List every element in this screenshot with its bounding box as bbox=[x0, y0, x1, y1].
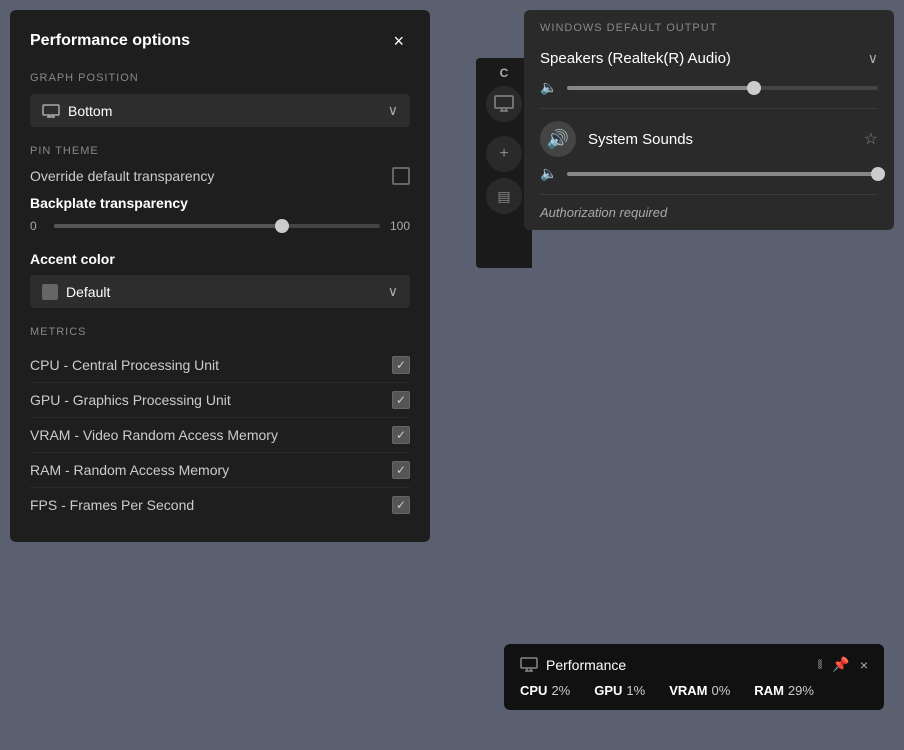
backplate-slider-fill bbox=[54, 224, 282, 228]
metric-fps-checkbox[interactable]: ✓ bbox=[392, 496, 410, 514]
accent-color-value: Default bbox=[66, 284, 110, 300]
system-sound-thumb[interactable] bbox=[871, 167, 885, 181]
audio-volume-fill bbox=[567, 86, 753, 90]
audio-panel: WINDOWS DEFAULT OUTPUT Speakers (Realtek… bbox=[524, 10, 894, 230]
panel-header: Performance options × bbox=[30, 30, 410, 52]
backplate-slider-track[interactable] bbox=[54, 224, 380, 228]
graph-position-dropdown[interactable]: Bottom ∨ bbox=[30, 94, 410, 127]
speaker-small-icon: 🔈 bbox=[540, 79, 557, 96]
star-icon[interactable]: ☆ bbox=[864, 129, 878, 149]
color-swatch bbox=[42, 284, 58, 300]
system-speaker-icon: 🔈 bbox=[540, 165, 557, 182]
override-transparency-checkbox[interactable] bbox=[392, 167, 410, 185]
metric-row-cpu: CPU - Central Processing Unit ✓ bbox=[30, 348, 410, 383]
c-overlay-extra-icon[interactable]: ▤ bbox=[486, 178, 522, 214]
graph-position-value: Bottom bbox=[68, 103, 112, 119]
perf-pin-icon[interactable]: 📌 bbox=[832, 656, 849, 673]
perf-widget-title: Performance bbox=[546, 657, 626, 673]
perf-vram-value: 0% bbox=[712, 683, 731, 698]
performance-options-panel: Performance options × GRAPH POSITION Bot… bbox=[10, 10, 430, 542]
slider-min: 0 bbox=[30, 219, 44, 233]
perf-stats-row: CPU 2% GPU 1% VRAM 0% RAM 29% bbox=[520, 683, 868, 698]
metric-cpu-label: CPU - Central Processing Unit bbox=[30, 357, 219, 373]
perf-ram-value: 29% bbox=[788, 683, 814, 698]
close-button[interactable]: × bbox=[387, 30, 410, 52]
audio-volume-thumb[interactable] bbox=[747, 81, 761, 95]
perf-cpu-label: CPU bbox=[520, 683, 547, 698]
perf-stat-gpu: GPU 1% bbox=[594, 683, 645, 698]
metrics-section: METRICS CPU - Central Processing Unit ✓ … bbox=[30, 326, 410, 522]
auth-required-row: Authorization required bbox=[524, 195, 894, 230]
perf-widget-header: Performance ⧛ 📌 × bbox=[520, 656, 868, 673]
metric-gpu-checkbox[interactable]: ✓ bbox=[392, 391, 410, 409]
accent-color-section: Accent color Default ∨ bbox=[30, 251, 410, 308]
c-overlay-icon bbox=[486, 86, 522, 122]
perf-stat-cpu: CPU 2% bbox=[520, 683, 570, 698]
metric-row-gpu: GPU - Graphics Processing Unit ✓ bbox=[30, 383, 410, 418]
perf-ram-label: RAM bbox=[754, 683, 784, 698]
audio-device-row: Speakers (Realtek(R) Audio) ∨ bbox=[524, 42, 894, 75]
metric-cpu-checkbox[interactable]: ✓ bbox=[392, 356, 410, 374]
monitor-icon bbox=[42, 104, 60, 118]
pin-theme-label: PIN THEME bbox=[30, 145, 410, 157]
perf-stat-vram: VRAM 0% bbox=[669, 683, 730, 698]
backplate-transparency-label: Backplate transparency bbox=[30, 195, 410, 211]
perf-close-icon[interactable]: × bbox=[860, 657, 868, 673]
perf-widget-controls: ⧛ 📌 × bbox=[817, 656, 868, 673]
perf-sliders-icon[interactable]: ⧛ bbox=[817, 656, 822, 673]
metric-ram-checkbox[interactable]: ✓ bbox=[392, 461, 410, 479]
override-transparency-row: Override default transparency bbox=[30, 167, 410, 185]
backplate-slider-container: 0 100 bbox=[30, 219, 410, 233]
metrics-label: METRICS bbox=[30, 326, 410, 338]
system-sound-slider-row: 🔈 bbox=[524, 161, 894, 194]
graph-position-label: GRAPH POSITION bbox=[30, 72, 410, 84]
audio-device-chevron[interactable]: ∨ bbox=[868, 50, 878, 67]
perf-cpu-value: 2% bbox=[551, 683, 570, 698]
slider-max: 100 bbox=[390, 219, 410, 233]
graph-position-chevron: ∨ bbox=[388, 102, 398, 119]
perf-gpu-label: GPU bbox=[594, 683, 622, 698]
system-sound-row: 🔊 System Sounds ☆ bbox=[524, 109, 894, 161]
metric-row-ram: RAM - Random Access Memory ✓ bbox=[30, 453, 410, 488]
c-overlay-label: C bbox=[500, 66, 509, 80]
system-sound-fill bbox=[567, 172, 878, 176]
metric-gpu-label: GPU - Graphics Processing Unit bbox=[30, 392, 231, 408]
audio-device-name: Speakers (Realtek(R) Audio) bbox=[540, 50, 731, 67]
performance-widget: Performance ⧛ 📌 × CPU 2% GPU 1% VRAM 0% … bbox=[504, 644, 884, 710]
panel-title: Performance options bbox=[30, 32, 190, 50]
metric-vram-label: VRAM - Video Random Access Memory bbox=[30, 427, 278, 443]
monitor-small-icon bbox=[494, 95, 514, 113]
audio-section-header: WINDOWS DEFAULT OUTPUT bbox=[524, 10, 894, 42]
audio-volume-slider-row: 🔈 bbox=[524, 75, 894, 108]
accent-color-dropdown[interactable]: Default ∨ bbox=[30, 275, 410, 308]
metric-fps-label: FPS - Frames Per Second bbox=[30, 497, 194, 513]
speaker-icon-large: 🔊 bbox=[540, 121, 576, 157]
c-overlay-add-icon[interactable]: + bbox=[486, 136, 522, 172]
metric-row-vram: VRAM - Video Random Access Memory ✓ bbox=[30, 418, 410, 453]
metric-row-fps: FPS - Frames Per Second ✓ bbox=[30, 488, 410, 522]
metric-vram-checkbox[interactable]: ✓ bbox=[392, 426, 410, 444]
perf-monitor-icon bbox=[520, 657, 538, 673]
perf-gpu-value: 1% bbox=[626, 683, 645, 698]
system-sound-name: System Sounds bbox=[588, 131, 693, 148]
system-sound-track[interactable] bbox=[567, 172, 878, 176]
accent-color-heading: Accent color bbox=[30, 251, 410, 267]
override-transparency-label: Override default transparency bbox=[30, 168, 214, 184]
perf-stat-ram: RAM 29% bbox=[754, 683, 814, 698]
accent-color-chevron: ∨ bbox=[388, 283, 398, 300]
perf-vram-label: VRAM bbox=[669, 683, 707, 698]
perf-widget-title-area: Performance bbox=[520, 657, 626, 673]
backplate-slider-thumb[interactable] bbox=[275, 219, 289, 233]
metric-ram-label: RAM - Random Access Memory bbox=[30, 462, 229, 478]
audio-volume-track[interactable] bbox=[567, 86, 878, 90]
